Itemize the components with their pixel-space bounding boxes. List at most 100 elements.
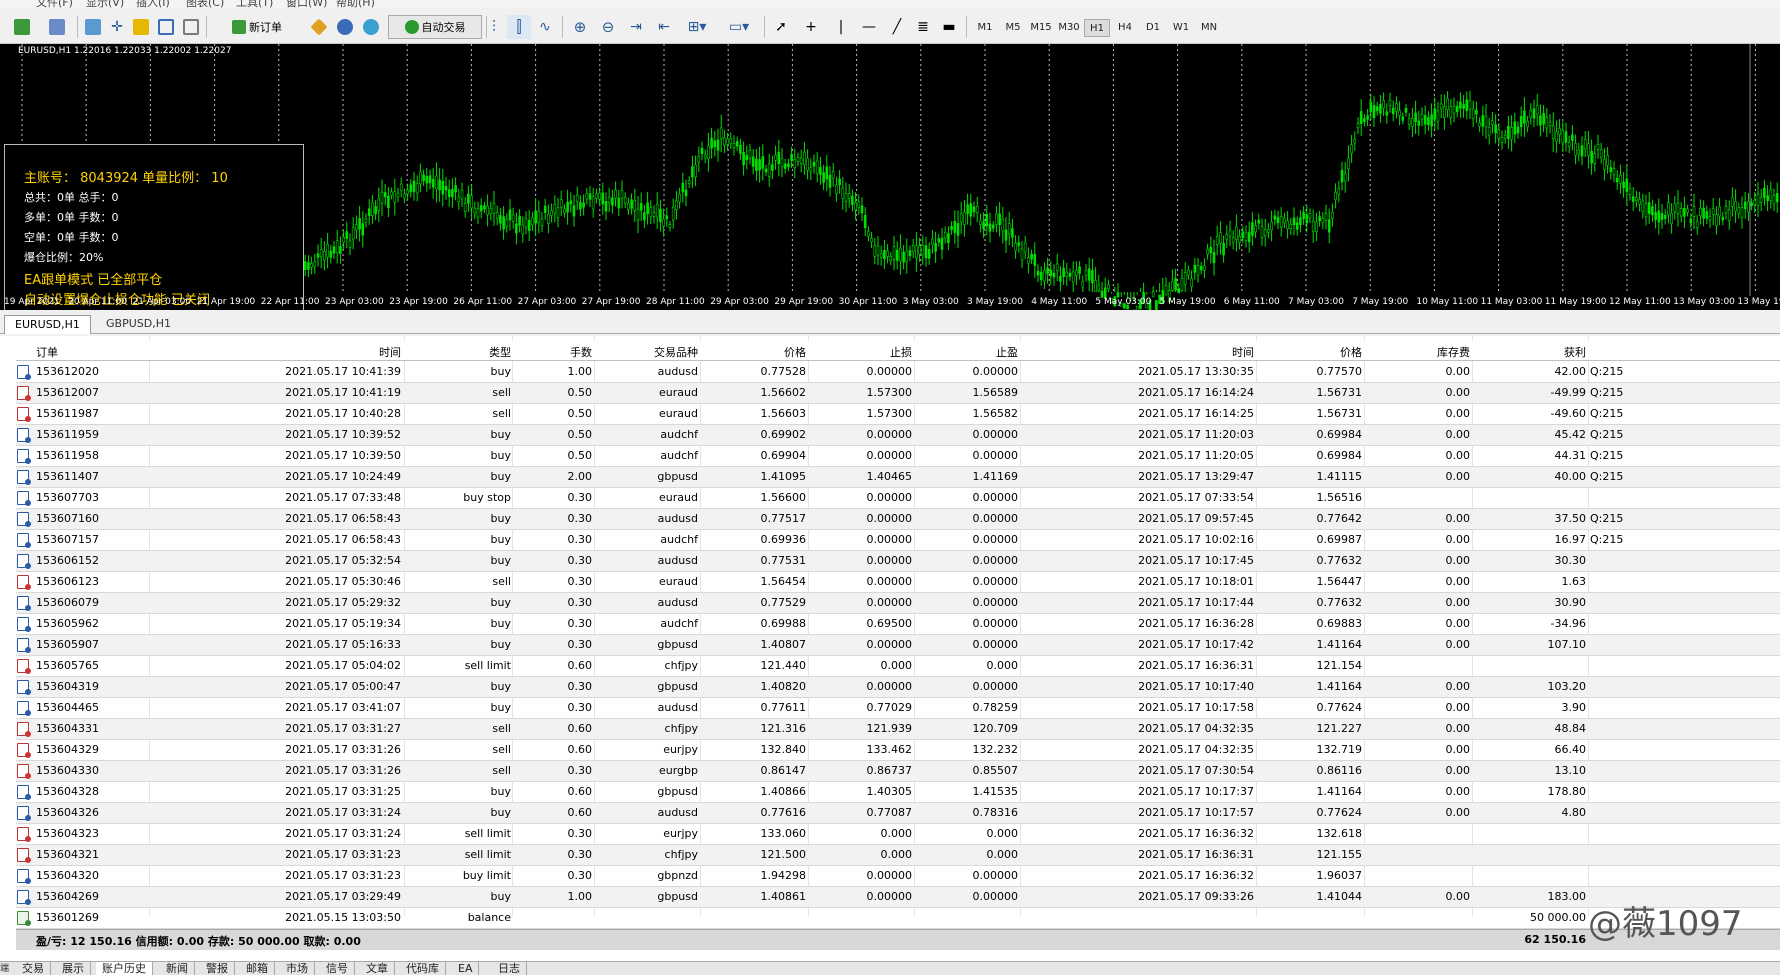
table-row[interactable]: 153604465 2021.05.17 03:41:07 buy 0.30 audus…: [16, 698, 1780, 719]
table-row[interactable]: 153607703 2021.05.17 07:33:48 buy stop 0.30…: [16, 488, 1780, 509]
terminal-tab[interactable]: 信号: [320, 962, 355, 975]
candlestick-button[interactable]: ⫿: [507, 15, 531, 39]
timeframe-m5[interactable]: M5: [1000, 19, 1026, 37]
timeframe-m1[interactable]: M1: [972, 19, 998, 37]
table-row[interactable]: 153601269 2021.05.15 13:03:50 balance 50 00…: [16, 908, 1780, 929]
table-row[interactable]: 153605962 2021.05.17 05:19:34 buy 0.30 audch…: [16, 614, 1780, 635]
timeframe-m30[interactable]: M30: [1056, 19, 1082, 37]
terminal-tab[interactable]: 警报: [200, 962, 235, 975]
meta-editor-button[interactable]: [308, 15, 330, 39]
table-row[interactable]: 153606152 2021.05.17 05:32:54 buy 0.30 audus…: [16, 551, 1780, 572]
table-row[interactable]: 153604319 2021.05.17 05:00:47 buy 0.30 gbpus…: [16, 677, 1780, 698]
terminal-tab[interactable]: 账户历史: [96, 962, 153, 975]
terminal-tab[interactable]: 日志: [492, 962, 527, 975]
column-header[interactable]: 订单: [36, 344, 146, 360]
market-watch-button[interactable]: [82, 15, 104, 39]
table-row[interactable]: 153605765 2021.05.17 05:04:02 sell limit 0.…: [16, 656, 1780, 677]
channel-button[interactable]: ≣: [912, 15, 934, 39]
terminal-tab[interactable]: 文章: [360, 962, 395, 975]
line-chart-button[interactable]: ∿: [533, 15, 557, 39]
indicators-button[interactable]: ⊞▾: [680, 15, 714, 39]
terminal-tab[interactable]: 展示: [56, 962, 91, 975]
column-header[interactable]: 手数: [514, 344, 592, 360]
navigator-button[interactable]: [130, 15, 152, 39]
menu-item[interactable]: 窗口(W): [286, 0, 327, 8]
table-row[interactable]: 153604331 2021.05.17 03:31:27 sell 0.60 chfj…: [16, 719, 1780, 740]
fibo-button[interactable]: ▬: [938, 15, 960, 39]
chart-tab-eurusd[interactable]: EURUSD,H1: [4, 315, 91, 334]
column-header[interactable]: 时间: [1022, 344, 1254, 360]
horizontal-line-button[interactable]: —: [858, 15, 880, 39]
chart-shift-button[interactable]: ⇤: [652, 15, 676, 39]
auto-scroll-button[interactable]: ⇥: [624, 15, 648, 39]
crosshair-button[interactable]: +: [800, 15, 822, 39]
terminal-tab[interactable]: EA: [452, 962, 480, 975]
table-row[interactable]: 153604330 2021.05.17 03:31:26 sell 0.30 eurg…: [16, 761, 1780, 782]
table-row[interactable]: 153605907 2021.05.17 05:16:33 buy 0.30 gbpus…: [16, 635, 1780, 656]
column-header[interactable]: 时间: [151, 344, 401, 360]
table-row[interactable]: 153607157 2021.05.17 06:58:43 buy 0.30 audch…: [16, 530, 1780, 551]
menu-item[interactable]: 文件(F): [36, 0, 73, 8]
timeframe-d1[interactable]: D1: [1140, 19, 1166, 37]
chart-tab-gbpusd[interactable]: GBPUSD,H1: [96, 315, 181, 334]
table-cell: 1.56600: [760, 491, 807, 504]
price-chart[interactable]: EURUSD,H1 1.22016 1.22033 1.22002 1.2202…: [0, 44, 1780, 310]
terminal-tab[interactable]: 交易: [16, 962, 51, 975]
column-header[interactable]: 止损: [810, 344, 912, 360]
table-row[interactable]: 153604321 2021.05.17 03:31:23 sell limit 0.…: [16, 845, 1780, 866]
trendline-button[interactable]: ╱: [886, 15, 908, 39]
terminal-tab[interactable]: 邮箱: [240, 962, 275, 975]
menu-item[interactable]: 显示(V): [86, 0, 124, 8]
timeframe-h4[interactable]: H4: [1112, 19, 1138, 37]
table-row[interactable]: 153604269 2021.05.17 03:29:49 buy 1.00 gbpus…: [16, 887, 1780, 908]
vertical-line-button[interactable]: |: [830, 15, 852, 39]
table-row[interactable]: 153612007 2021.05.17 10:41:19 sell 0.50 eura…: [16, 383, 1780, 404]
terminal-tab[interactable]: 新闻: [160, 962, 195, 975]
terminal-tab[interactable]: 代码库: [400, 962, 446, 975]
table-row[interactable]: 153611958 2021.05.17 10:39:50 buy 0.50 audch…: [16, 446, 1780, 467]
table-row[interactable]: 153611407 2021.05.17 10:24:49 buy 2.00 gbpus…: [16, 467, 1780, 488]
table-row[interactable]: 153604329 2021.05.17 03:31:26 sell 0.60 eurj…: [16, 740, 1780, 761]
table-row[interactable]: 153607160 2021.05.17 06:58:43 buy 0.30 audus…: [16, 509, 1780, 530]
strategy-tester-button[interactable]: [180, 15, 202, 39]
column-header[interactable]: 价格: [1258, 344, 1362, 360]
column-header[interactable]: 库存费: [1366, 344, 1470, 360]
menu-item[interactable]: 帮助(H): [336, 0, 375, 8]
profiles-button[interactable]: [42, 15, 72, 39]
cursor-button[interactable]: ➚: [770, 15, 792, 39]
timeframe-mn[interactable]: MN: [1196, 19, 1222, 37]
column-header[interactable]: 止盈: [916, 344, 1018, 360]
timeframe-w1[interactable]: W1: [1168, 19, 1194, 37]
history-table-header: 订单 时间 类型 手数 交易品种 价格 止损 止盈 时间 价格 库存费 获利: [16, 341, 1780, 361]
timeframe-m15[interactable]: M15: [1028, 19, 1054, 37]
periods-button[interactable]: ▭▾: [722, 15, 756, 39]
data-window-button[interactable]: ✛: [106, 15, 128, 39]
bar-chart-button[interactable]: ⫶: [482, 15, 506, 39]
timeframe-h1[interactable]: H1: [1084, 19, 1110, 37]
table-row[interactable]: 153612020 2021.05.17 10:41:39 buy 1.00 audus…: [16, 362, 1780, 383]
signals-button[interactable]: [360, 15, 382, 39]
column-header[interactable]: 类型: [406, 344, 511, 360]
zoom-in-button[interactable]: ⊕: [568, 15, 592, 39]
table-row[interactable]: 153611959 2021.05.17 10:39:52 buy 0.50 audch…: [16, 425, 1780, 446]
community-button[interactable]: [334, 15, 356, 39]
zoom-out-button[interactable]: ⊖: [596, 15, 620, 39]
new-chart-button[interactable]: [6, 15, 38, 39]
menu-item[interactable]: 插入(I): [136, 0, 170, 8]
table-row[interactable]: 153604323 2021.05.17 03:31:24 sell limit 0.…: [16, 824, 1780, 845]
table-row[interactable]: 153604320 2021.05.17 03:31:23 buy limit 0.3…: [16, 866, 1780, 887]
terminal-button[interactable]: [155, 15, 177, 39]
column-header[interactable]: 交易品种: [596, 344, 698, 360]
table-row[interactable]: 153606123 2021.05.17 05:30:46 sell 0.30 eura…: [16, 572, 1780, 593]
terminal-tab[interactable]: 市场: [280, 962, 315, 975]
table-row[interactable]: 153604328 2021.05.17 03:31:25 buy 0.60 gbpus…: [16, 782, 1780, 803]
menu-item[interactable]: 工具(T): [236, 0, 273, 8]
table-row[interactable]: 153606079 2021.05.17 05:29:32 buy 0.30 audus…: [16, 593, 1780, 614]
menu-item[interactable]: 图表(C): [186, 0, 224, 8]
column-header[interactable]: 获利: [1474, 344, 1586, 360]
table-row[interactable]: 153611987 2021.05.17 10:40:28 sell 0.50 eura…: [16, 404, 1780, 425]
table-row[interactable]: 153604326 2021.05.17 03:31:24 buy 0.60 audus…: [16, 803, 1780, 824]
auto-trading-button[interactable]: 自动交易: [388, 15, 482, 39]
new-order-button[interactable]: 新订单: [210, 15, 304, 39]
column-header[interactable]: 价格: [702, 344, 806, 360]
